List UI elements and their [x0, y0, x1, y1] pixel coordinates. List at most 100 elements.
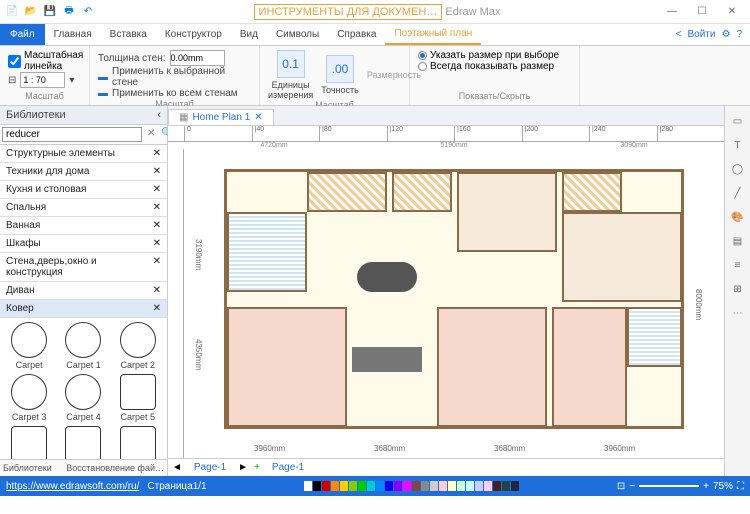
zoom-slider[interactable]: [639, 485, 699, 487]
color-swatch[interactable]: [484, 481, 492, 491]
floorplan-outline[interactable]: [224, 169, 684, 429]
status-url[interactable]: https://www.edrawsoft.com/ru/: [6, 481, 139, 492]
apply-all-walls[interactable]: ▬Применить ко всем стенам: [98, 88, 251, 99]
sofa[interactable]: [352, 347, 422, 372]
minimize-icon[interactable]: —: [658, 2, 686, 22]
page-tab-1[interactable]: Page-1: [188, 461, 232, 474]
dining-table[interactable]: [357, 262, 417, 292]
menu-insert[interactable]: Вставка: [101, 24, 156, 45]
shape-carpet[interactable]: Carpet: [4, 322, 54, 370]
tab-close-icon[interactable]: ✕: [254, 112, 262, 123]
color-swatch[interactable]: [349, 481, 357, 491]
document-tab[interactable]: ▦Home Plan 1✕: [168, 109, 274, 125]
lib-cat-carpet[interactable]: Ковер✕: [0, 300, 167, 318]
color-swatch[interactable]: [313, 481, 321, 491]
zoom-out-icon[interactable]: −: [629, 481, 635, 492]
room-study[interactable]: [562, 212, 682, 302]
color-swatch[interactable]: [448, 481, 456, 491]
color-swatch[interactable]: [376, 481, 384, 491]
lib-cat-walls[interactable]: Стена,дверь,окно и конструкция✕: [0, 253, 167, 282]
color-swatch[interactable]: [394, 481, 402, 491]
room-bedroom-1[interactable]: [227, 307, 347, 427]
fullscreen-icon[interactable]: ⛶: [737, 481, 744, 492]
lib-cat-bedroom[interactable]: Спальня✕: [0, 199, 167, 217]
lib-cat-cabinets[interactable]: Шкафы✕: [0, 235, 167, 253]
wall-thickness-input[interactable]: [170, 50, 225, 66]
scale-increase-icon[interactable]: ▾: [69, 75, 74, 86]
tool-group-icon[interactable]: ⊞: [729, 280, 747, 298]
color-swatch[interactable]: [475, 481, 483, 491]
scale-decrease-icon[interactable]: ⊟: [8, 75, 16, 86]
room-bedroom-2[interactable]: [437, 307, 547, 427]
color-swatch[interactable]: [511, 481, 519, 491]
show-on-select-radio[interactable]: [418, 51, 427, 60]
page-tab-2[interactable]: Page-1: [266, 461, 310, 474]
room-bedroom-3[interactable]: [552, 307, 627, 427]
color-swatch[interactable]: [331, 481, 339, 491]
canvas[interactable]: 3190mm 4350mm 8000mm 3960mm 3680mm 3680m…: [184, 149, 724, 458]
maximize-icon[interactable]: ☐: [688, 2, 716, 22]
library-search-input[interactable]: [2, 127, 142, 142]
help-icon[interactable]: ?: [736, 29, 742, 40]
shape-carpet-4[interactable]: Carpet 4: [58, 374, 108, 422]
color-swatch[interactable]: [358, 481, 366, 491]
tool-more-icon[interactable]: ⋯: [729, 304, 747, 322]
shape-carpet-6[interactable]: Carpet 6: [4, 426, 54, 459]
lib-cat-bathroom[interactable]: Ванная✕: [0, 217, 167, 235]
close-icon[interactable]: ✕: [153, 148, 161, 159]
color-swatch[interactable]: [430, 481, 438, 491]
share-icon[interactable]: <: [676, 29, 682, 40]
settings-icon[interactable]: ⚙: [721, 29, 730, 40]
color-swatch[interactable]: [412, 481, 420, 491]
tool-align-icon[interactable]: ≡: [729, 256, 747, 274]
menu-view[interactable]: Вид: [231, 24, 267, 45]
units-button[interactable]: 0.1: [277, 50, 305, 78]
qat-open-icon[interactable]: 📂: [23, 4, 39, 20]
precision-button[interactable]: .00: [326, 55, 354, 83]
page-add-icon[interactable]: +: [254, 462, 260, 473]
file-menu[interactable]: Файл: [0, 24, 45, 45]
search-clear-icon[interactable]: ✕: [144, 125, 158, 144]
shape-carpet-8[interactable]: Carpet 8: [113, 426, 163, 459]
footer-restore[interactable]: Восстановление фай…: [66, 463, 164, 473]
menu-symbols[interactable]: Символы: [267, 24, 328, 45]
menu-design[interactable]: Конструктор: [156, 24, 231, 45]
zoom-in-icon[interactable]: +: [703, 481, 709, 492]
shape-carpet-3[interactable]: Carpet 3: [4, 374, 54, 422]
room-balcony-1[interactable]: [307, 172, 387, 212]
shape-carpet-1[interactable]: Carpet 1: [58, 322, 108, 370]
tool-text-icon[interactable]: T: [729, 136, 747, 154]
tool-fill-icon[interactable]: 🎨: [729, 208, 747, 226]
tool-layers-icon[interactable]: ▤: [729, 232, 747, 250]
tool-shape-icon[interactable]: ◯: [729, 160, 747, 178]
color-swatch[interactable]: [403, 481, 411, 491]
color-swatch[interactable]: [502, 481, 510, 491]
color-swatch[interactable]: [322, 481, 330, 491]
room-kitchen[interactable]: [457, 172, 557, 252]
qat-print-icon[interactable]: 🖶: [61, 4, 77, 20]
color-swatch[interactable]: [493, 481, 501, 491]
login-link[interactable]: Войти: [687, 29, 715, 40]
qat-save-icon[interactable]: 💾: [42, 4, 58, 20]
tool-line-icon[interactable]: ╱: [729, 184, 747, 202]
color-swatch[interactable]: [340, 481, 348, 491]
page-nav-prev-icon[interactable]: ◄: [172, 462, 182, 473]
color-swatch[interactable]: [385, 481, 393, 491]
tool-select-icon[interactable]: ▭: [729, 112, 747, 130]
menu-home[interactable]: Главная: [45, 24, 101, 45]
scale-input[interactable]: [20, 72, 65, 88]
shape-carpet-7[interactable]: Carpet 7: [58, 426, 108, 459]
room-bath-2[interactable]: [627, 307, 682, 367]
zoom-fit-icon[interactable]: ⊡: [617, 481, 625, 492]
color-swatch[interactable]: [367, 481, 375, 491]
shape-carpet-2[interactable]: Carpet 2: [113, 322, 163, 370]
page-nav-next-icon[interactable]: ►: [238, 462, 248, 473]
lib-cat-structural[interactable]: Структурные элементы✕: [0, 145, 167, 163]
qat-new-icon[interactable]: 📄: [4, 4, 20, 20]
color-swatch[interactable]: [466, 481, 474, 491]
lib-cat-sofa[interactable]: Диван✕: [0, 282, 167, 300]
qat-undo-icon[interactable]: ↶: [80, 4, 96, 20]
lib-cat-kitchen[interactable]: Кухня и столовая✕: [0, 181, 167, 199]
lib-cat-appliances[interactable]: Техники для дома✕: [0, 163, 167, 181]
shape-carpet-5[interactable]: Carpet 5: [113, 374, 163, 422]
